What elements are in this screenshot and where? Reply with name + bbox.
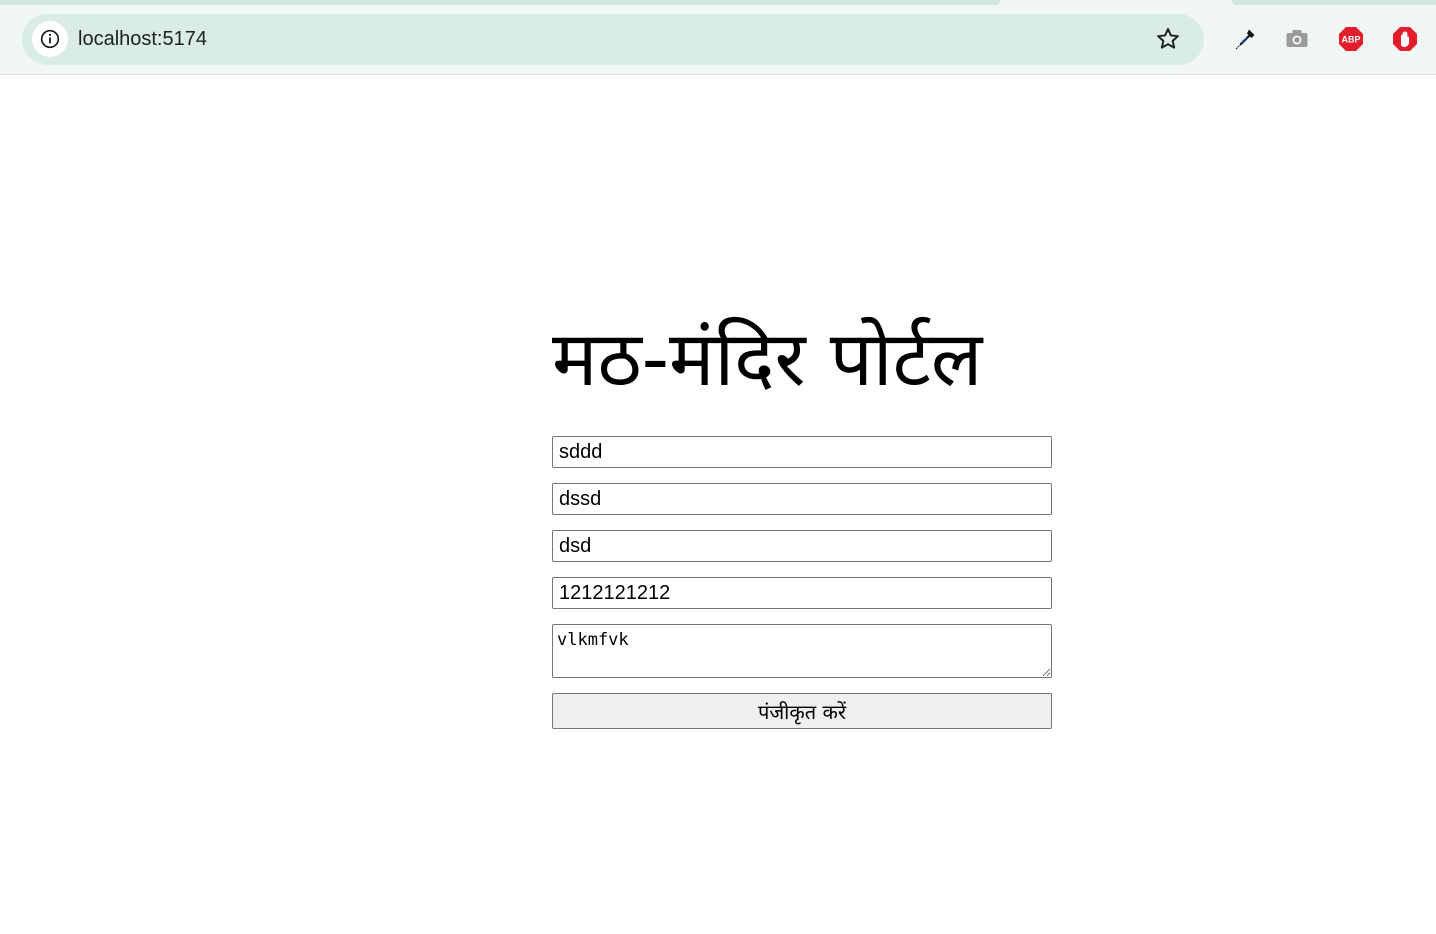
page-content: मठ-मंदिर पोर्टल vlkmfvk पंजीकृत करें — [0, 76, 1436, 934]
active-tab-edge — [0, 0, 1000, 5]
phone-field[interactable] — [552, 577, 1052, 609]
site-info-button[interactable] — [32, 21, 68, 57]
form-field-1[interactable] — [552, 436, 1052, 468]
address-bar[interactable]: localhost:5174 — [22, 14, 1204, 65]
form-field-3[interactable] — [552, 530, 1052, 562]
url-text[interactable]: localhost:5174 — [78, 27, 207, 51]
register-button[interactable]: पंजीकृत करें — [552, 693, 1052, 729]
page-title: मठ-मंदिर पोर्टल — [552, 314, 983, 403]
camera-icon[interactable] — [1284, 26, 1310, 52]
tab-edge — [1232, 0, 1436, 5]
message-textarea[interactable]: vlkmfvk — [552, 624, 1052, 678]
stop-hand-icon[interactable] — [1392, 26, 1418, 52]
svg-text:ABP: ABP — [1341, 35, 1360, 45]
adblock-plus-icon[interactable]: ABP — [1338, 26, 1364, 52]
form-field-2[interactable] — [552, 483, 1052, 515]
eyedropper-icon[interactable] — [1232, 26, 1258, 52]
star-icon[interactable] — [1155, 26, 1181, 52]
browser-toolbar: localhost:5174 ABP — [0, 0, 1436, 75]
info-icon — [40, 29, 60, 49]
